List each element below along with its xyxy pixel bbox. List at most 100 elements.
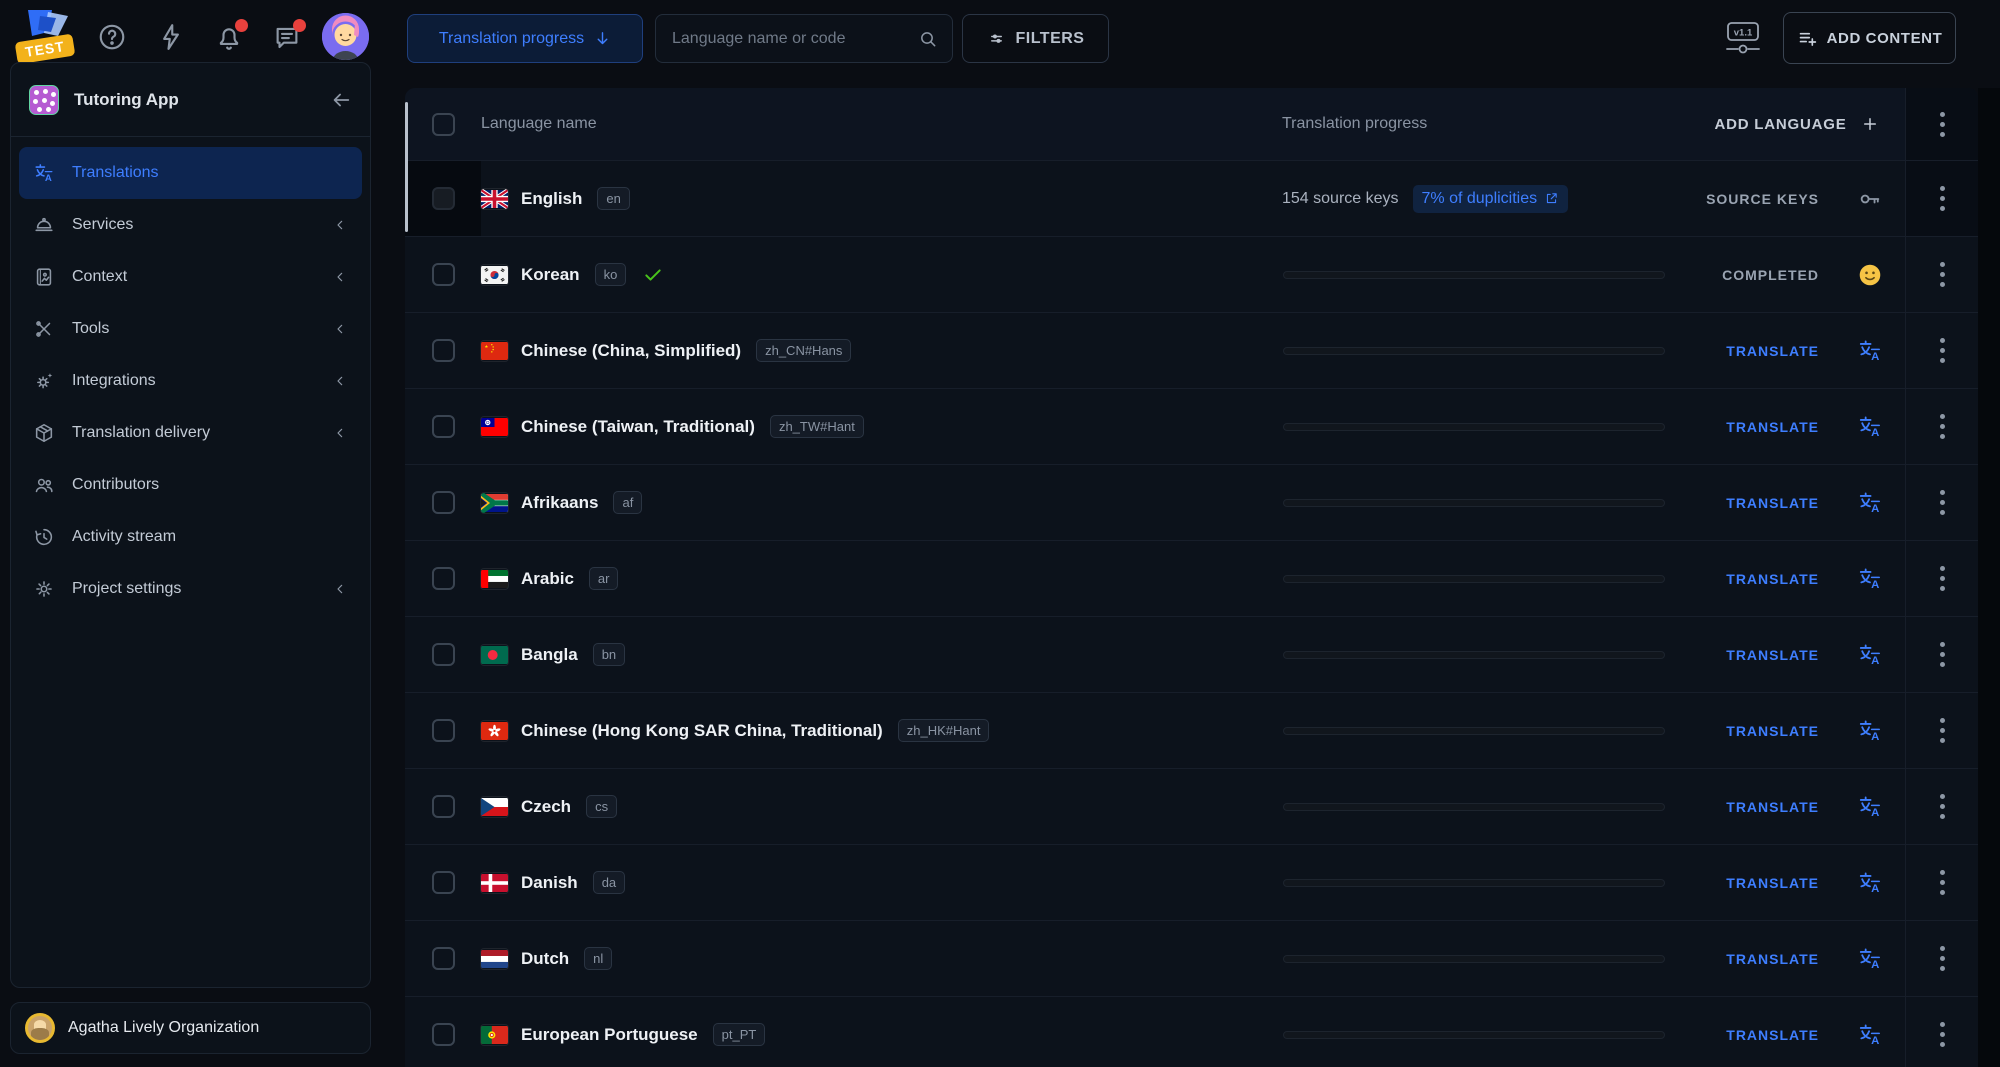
progress-bar[interactable]: [1283, 879, 1665, 887]
translate-icon[interactable]: A: [1857, 642, 1883, 668]
user-avatar[interactable]: [322, 13, 369, 60]
row-kebab-menu[interactable]: [1905, 161, 1978, 236]
row-kebab-menu[interactable]: [1905, 465, 1978, 540]
progress-bar[interactable]: [1283, 803, 1665, 811]
sidebar-item-translation-delivery[interactable]: Translation delivery: [19, 407, 362, 459]
translate-icon[interactable]: A: [1857, 1022, 1883, 1048]
progress-bar[interactable]: [1283, 423, 1665, 431]
services-icon: [33, 214, 55, 236]
row-checkbox[interactable]: [432, 795, 455, 818]
version-branch-icon[interactable]: v1.1: [1723, 20, 1763, 57]
progress-bar[interactable]: [1283, 651, 1665, 659]
row-checkbox[interactable]: [432, 491, 455, 514]
translate-icon[interactable]: A: [1857, 490, 1883, 516]
row-checkbox[interactable]: [432, 415, 455, 438]
duplicities-link[interactable]: 7% of duplicities: [1413, 185, 1569, 213]
sidebar-item-integrations[interactable]: Integrations: [19, 355, 362, 407]
filters-button[interactable]: FILTERS: [962, 14, 1109, 63]
source-keys-count: 154 source keys: [1282, 190, 1399, 208]
bell-icon[interactable]: [214, 22, 244, 52]
row-kebab-menu[interactable]: [1905, 617, 1978, 692]
language-code-chip: zh_HK#Hant: [898, 719, 990, 742]
row-kebab-menu[interactable]: [1905, 997, 1978, 1067]
row-checkbox[interactable]: [432, 719, 455, 742]
row-kebab-menu[interactable]: [1905, 389, 1978, 464]
translate-icon[interactable]: A: [1857, 338, 1883, 364]
sidebar-item-project-settings[interactable]: Project settings: [19, 563, 362, 615]
vertical-scrollbar[interactable]: [405, 102, 408, 232]
translate-icon[interactable]: A: [1857, 794, 1883, 820]
language-flag-icon: [481, 645, 508, 665]
smiley-icon[interactable]: [1857, 262, 1883, 288]
sort-dropdown-button[interactable]: Translation progress: [407, 14, 643, 63]
progress-bar[interactable]: [1283, 955, 1665, 963]
row-checkbox[interactable]: [432, 871, 455, 894]
row-kebab-menu[interactable]: [1905, 237, 1978, 312]
language-cell: European Portuguese pt_PT: [481, 997, 1282, 1067]
row-kebab-menu[interactable]: [1905, 693, 1978, 768]
row-kebab-menu[interactable]: [1905, 541, 1978, 616]
help-icon[interactable]: [97, 22, 127, 52]
search-icon[interactable]: [918, 29, 938, 49]
row-checkbox[interactable]: [432, 947, 455, 970]
progress-bar[interactable]: [1283, 575, 1665, 583]
table-header-row: Language name Translation progress ADD L…: [405, 88, 1978, 160]
sidebar-item-services[interactable]: Services: [19, 199, 362, 251]
sidebar-item-translations[interactable]: ATranslations: [19, 147, 362, 199]
add-content-button[interactable]: ADD CONTENT: [1783, 12, 1956, 64]
select-all-checkbox[interactable]: [432, 113, 455, 136]
language-code-chip: en: [597, 187, 629, 210]
project-header[interactable]: Tutoring App: [11, 63, 370, 137]
sidebar-item-activity-stream[interactable]: Activity stream: [19, 511, 362, 563]
status-cell: TRANSLATE A: [1688, 845, 1905, 920]
translate-icon[interactable]: A: [1857, 414, 1883, 440]
chevron-left-icon: [332, 269, 348, 285]
row-kebab-menu[interactable]: [1905, 769, 1978, 844]
progress-bar[interactable]: [1283, 499, 1665, 507]
translate-icon[interactable]: A: [1857, 870, 1883, 896]
language-flag-icon: [481, 873, 508, 893]
lightning-icon[interactable]: [156, 22, 186, 52]
language-name: Chinese (China, Simplified): [521, 341, 741, 361]
progress-bar[interactable]: [1283, 271, 1665, 279]
row-checkbox[interactable]: [432, 643, 455, 666]
progress-cell: [1282, 769, 1688, 844]
sidebar-item-tools[interactable]: Tools: [19, 303, 362, 355]
row-checkbox[interactable]: [432, 1023, 455, 1046]
search-input[interactable]: [670, 29, 918, 49]
page-scrollbar-gutter[interactable]: [1978, 88, 2000, 1067]
row-kebab-menu[interactable]: [1905, 313, 1978, 388]
language-flag-icon: [481, 569, 508, 589]
header-kebab-menu[interactable]: [1905, 88, 1978, 160]
key-icon[interactable]: [1857, 186, 1883, 212]
chat-icon[interactable]: [272, 22, 302, 52]
sidebar-item-context[interactable]: Context: [19, 251, 362, 303]
status-cell: TRANSLATE A: [1688, 617, 1905, 692]
row-checkbox[interactable]: [432, 567, 455, 590]
row-checkbox[interactable]: [432, 339, 455, 362]
context-icon: [33, 266, 55, 288]
add-language-button[interactable]: ADD LANGUAGE: [1688, 115, 1905, 133]
progress-bar[interactable]: [1283, 1031, 1665, 1039]
app-logo[interactable]: TEST: [18, 6, 82, 70]
status-cell: TRANSLATE A: [1688, 769, 1905, 844]
status-cell: SOURCE KEYS: [1688, 161, 1905, 236]
sidebar-item-contributors[interactable]: Contributors: [19, 459, 362, 511]
progress-bar[interactable]: [1283, 347, 1665, 355]
translate-icon[interactable]: A: [1857, 566, 1883, 592]
progress-bar[interactable]: [1283, 727, 1665, 735]
translate-icon[interactable]: A: [1857, 946, 1883, 972]
progress-cell: [1282, 465, 1688, 540]
sidebar-item-label: Project settings: [72, 580, 332, 598]
language-name: Arabic: [521, 569, 574, 589]
row-checkbox[interactable]: [432, 263, 455, 286]
svg-text:A: A: [1871, 731, 1879, 743]
row-kebab-menu[interactable]: [1905, 921, 1978, 996]
sidebar-item-label: Tools: [72, 320, 332, 338]
collapse-sidebar-icon[interactable]: [330, 89, 352, 111]
row-kebab-menu[interactable]: [1905, 845, 1978, 920]
translate-icon[interactable]: A: [1857, 718, 1883, 744]
organization-switcher[interactable]: Agatha Lively Organization: [10, 1002, 371, 1054]
row-checkbox[interactable]: [432, 187, 455, 210]
language-flag-icon: [481, 1025, 508, 1045]
